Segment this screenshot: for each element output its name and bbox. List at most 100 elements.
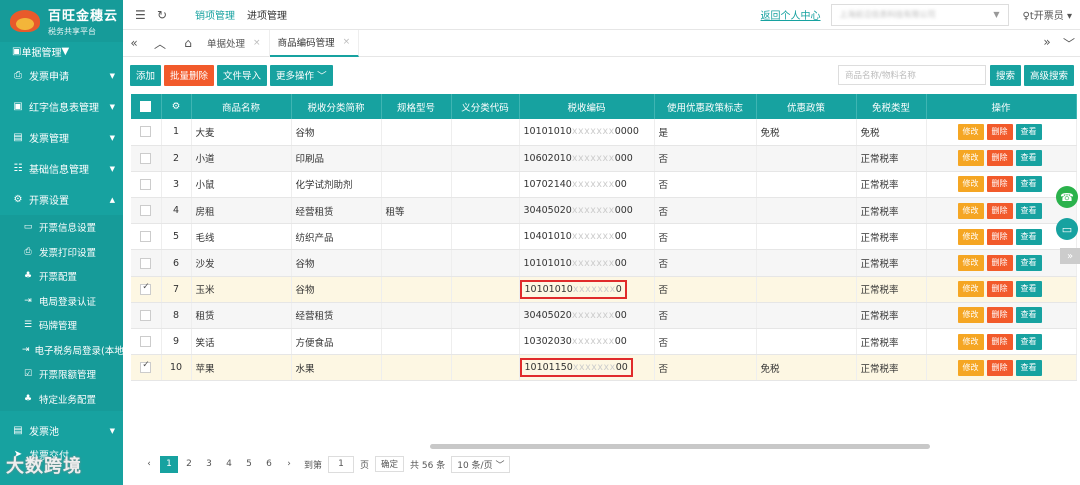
- page-button[interactable]: 4: [220, 456, 238, 473]
- row-select-cell[interactable]: [131, 302, 162, 330]
- edit-button[interactable]: 修改: [957, 176, 984, 193]
- view-button[interactable]: 查看: [1015, 228, 1042, 245]
- collapse-arrow-icon[interactable]: »: [1060, 248, 1080, 264]
- search-button[interactable]: 搜索: [989, 64, 1021, 86]
- table-row[interactable]: 8 租赁 经营租赁 30405020xxxxxxx00 否 正常税率 修改 删除查…: [131, 302, 1077, 330]
- row-select-cell[interactable]: [131, 223, 162, 251]
- column-header[interactable]: 操作: [926, 94, 1077, 119]
- delete-button[interactable]: 删除: [986, 255, 1013, 272]
- view-button[interactable]: 查看: [1015, 176, 1042, 193]
- row-checkbox[interactable]: [140, 152, 152, 164]
- row-checkbox[interactable]: [140, 178, 152, 190]
- row-checkbox[interactable]: [140, 205, 152, 217]
- table-row[interactable]: 5 毛线 纺织产品 10401010xxxxxxx00 否 正常税率 修改 删除查…: [131, 223, 1077, 251]
- table-row[interactable]: 3 小鼠 化学试剂助剂 10702140xxxxxxx00 否 正常税率 修改删…: [131, 171, 1077, 199]
- table-row[interactable]: 9 笑话 方便食品 10302030xxxxxxx00 否 正常税率 修改 删除查…: [131, 328, 1077, 356]
- delete-button[interactable]: 删除: [986, 359, 1013, 376]
- table-row[interactable]: 2 小道 印刷品 10602010xxxxxxx000 否 正常税率 修改 删除查…: [131, 145, 1077, 172]
- search-input[interactable]: 商品名称/物料名称: [837, 65, 986, 85]
- page-button[interactable]: 1: [160, 455, 178, 473]
- delete-button[interactable]: 删除: [986, 333, 1013, 350]
- double-right-icon[interactable]: »: [1036, 35, 1058, 52]
- view-button[interactable]: 查看: [1015, 281, 1042, 298]
- close-icon[interactable]: ×: [253, 38, 261, 48]
- chevron-up-icon[interactable]: ︿: [149, 35, 171, 52]
- sidebar-item-1[interactable]: ▣ 红字信息表管理 ▼: [0, 91, 123, 122]
- home-icon[interactable]: ⌂: [177, 36, 199, 50]
- file-import-button[interactable]: 文件导入: [217, 64, 268, 86]
- row-select-cell[interactable]: [131, 328, 162, 356]
- sidebar-item-invoice-pool[interactable]: ▤ 发票池 ▼: [0, 415, 123, 446]
- row-select-cell[interactable]: [131, 145, 162, 172]
- sidebar-subitem-4[interactable]: ☰ 码牌管理: [0, 313, 123, 338]
- customer-service-icon[interactable]: ☎: [1056, 186, 1078, 208]
- column-header[interactable]: 免税类型: [856, 94, 927, 119]
- tab-product-code-management[interactable]: 商品编码管理 ×: [269, 29, 360, 57]
- view-button[interactable]: 查看: [1015, 202, 1042, 219]
- column-header[interactable]: 税收分类简称: [291, 94, 382, 119]
- delete-button[interactable]: 删除: [986, 228, 1013, 245]
- row-checkbox[interactable]: [140, 336, 152, 348]
- advanced-search-button[interactable]: 高级搜索: [1023, 64, 1074, 86]
- sidebar-subitem-2[interactable]: ♣ 开票配置: [0, 264, 123, 289]
- chevron-down-icon[interactable]: ﹀: [1058, 35, 1080, 52]
- close-icon[interactable]: ×: [343, 37, 351, 47]
- sidebar-subitem-7[interactable]: ♣ 特定业务配置: [0, 386, 123, 411]
- edit-button[interactable]: 修改: [957, 255, 984, 272]
- column-header[interactable]: 优惠政策: [756, 94, 857, 119]
- sidebar-item-4[interactable]: ⚙ 开票设置 ▲: [0, 184, 123, 215]
- app-logo[interactable]: 百旺金穗云 税务共享平台: [0, 0, 123, 42]
- row-select-cell[interactable]: [131, 249, 162, 277]
- view-button[interactable]: 查看: [1015, 150, 1042, 167]
- delete-button[interactable]: 删除: [986, 307, 1013, 324]
- row-select-cell[interactable]: [131, 119, 162, 146]
- horizontal-scrollbar[interactable]: [430, 444, 930, 449]
- prev-page-button[interactable]: ‹: [140, 456, 158, 473]
- company-select[interactable]: 上海前沿信息科技有限公司 ▼: [830, 3, 1009, 26]
- sidebar-subitem-0[interactable]: ▭ 开票信息设置: [0, 215, 123, 240]
- sidebar-item-0[interactable]: ⎙ 发票申请 ▼: [0, 60, 123, 91]
- tab-document-processing[interactable]: 单据处理 ×: [199, 29, 270, 57]
- edit-button[interactable]: 修改: [957, 150, 984, 167]
- user-menu[interactable]: ♀t开票员 ▾: [1023, 7, 1072, 22]
- sidebar-item-3[interactable]: ☷ 基础信息管理 ▼: [0, 153, 123, 184]
- edit-button[interactable]: 修改: [957, 307, 984, 324]
- settings-cell[interactable]: ⚙: [161, 94, 192, 119]
- next-page-button[interactable]: ›: [280, 456, 298, 473]
- monitor-icon[interactable]: ▭: [1056, 218, 1078, 240]
- row-checkbox[interactable]: [140, 309, 152, 321]
- view-button[interactable]: 查看: [1015, 333, 1042, 350]
- view-button[interactable]: 查看: [1015, 123, 1042, 140]
- select-all-checkbox[interactable]: [140, 101, 152, 112]
- column-header[interactable]: 规格型号: [381, 94, 452, 119]
- page-button[interactable]: 2: [180, 456, 198, 473]
- row-checkbox[interactable]: [140, 126, 152, 138]
- edit-button[interactable]: 修改: [957, 281, 984, 298]
- delete-button[interactable]: 删除: [986, 176, 1013, 193]
- gear-icon[interactable]: ⚙: [172, 101, 181, 112]
- row-select-cell[interactable]: [131, 276, 162, 303]
- row-select-cell[interactable]: [131, 197, 162, 225]
- menu-toggle-icon[interactable]: ☰: [135, 8, 153, 22]
- column-header[interactable]: 税收编码: [519, 94, 655, 119]
- page-button[interactable]: 3: [200, 456, 218, 473]
- view-button[interactable]: 查看: [1015, 307, 1042, 324]
- double-left-icon[interactable]: «: [123, 36, 145, 50]
- table-row[interactable]: 4 房租 经营租赁 租等 30405020xxxxxxx000 否 正常税率 修…: [131, 197, 1077, 225]
- table-row[interactable]: 6 沙发 谷物 10101010xxxxxxx00 否 正常税率 修改 删除 查看: [131, 249, 1077, 277]
- row-checkbox[interactable]: [140, 257, 152, 269]
- edit-button[interactable]: 修改: [957, 228, 984, 245]
- sidebar-item-documents[interactable]: ▣ 单据管理 ▼: [0, 42, 123, 60]
- view-button[interactable]: 查看: [1015, 255, 1042, 272]
- refresh-icon[interactable]: ↻: [157, 8, 175, 22]
- goto-confirm-button[interactable]: 确定: [375, 456, 405, 472]
- personal-center-link[interactable]: 返回个人中心: [761, 7, 821, 22]
- edit-button[interactable]: 修改: [957, 202, 984, 219]
- delete-button[interactable]: 删除: [986, 202, 1013, 219]
- batch-delete-button[interactable]: 批量删除: [164, 64, 215, 86]
- column-header[interactable]: 商品名称: [191, 94, 292, 119]
- edit-button[interactable]: 修改: [957, 123, 984, 140]
- page-button[interactable]: 6: [260, 456, 278, 473]
- row-checkbox[interactable]: [140, 231, 152, 243]
- edit-button[interactable]: 修改: [957, 333, 984, 350]
